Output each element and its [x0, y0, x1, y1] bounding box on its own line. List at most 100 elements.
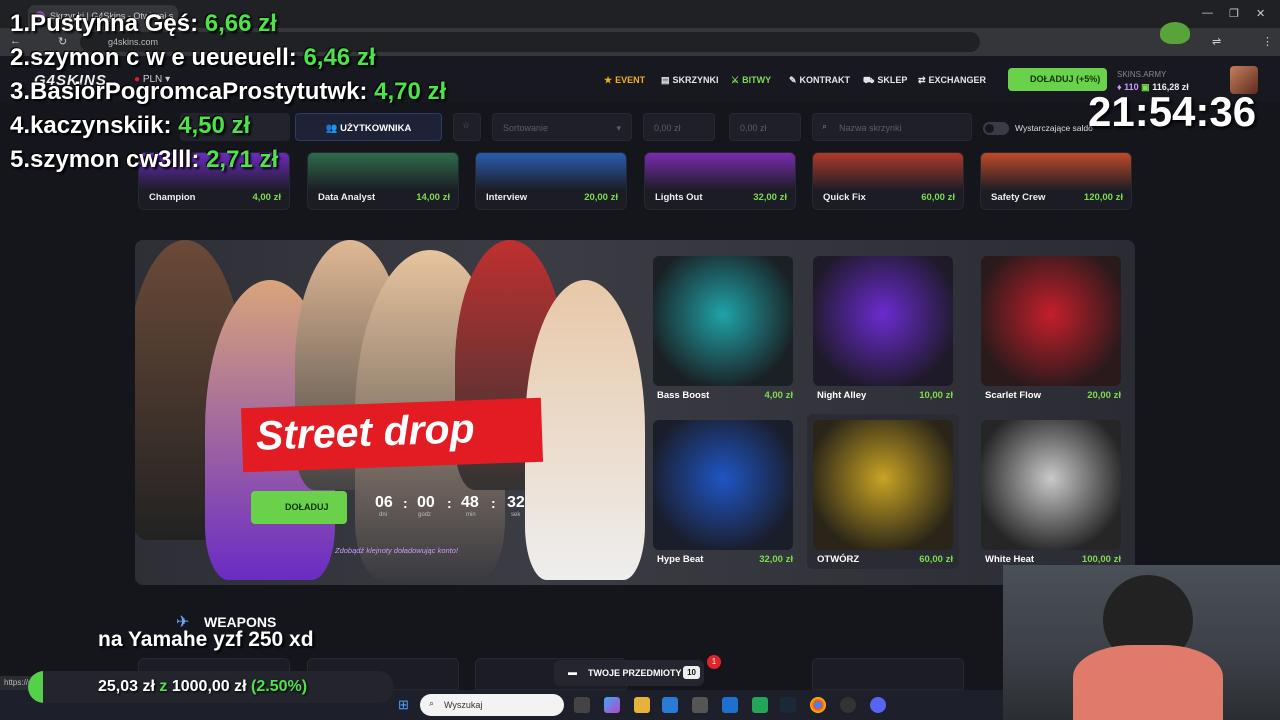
- case-name: Data Analyst: [318, 192, 376, 203]
- case-price: 60,00 zł: [921, 192, 955, 203]
- nav-shop[interactable]: ⛟ SKLEP: [863, 75, 907, 87]
- banner-case-hovered[interactable]: OTWÓRZ 60,00 zł: [807, 414, 959, 569]
- countdown-hours-label: godz: [418, 512, 432, 518]
- leaderboard-amount: 4,50 zł: [178, 112, 251, 139]
- sufficient-balance-toggle[interactable]: [983, 122, 1009, 135]
- leaderboard-rank: 4.: [10, 112, 31, 139]
- leaderboard-rank: 2.: [10, 44, 31, 71]
- case-card[interactable]: Lights Out 32,00 zł: [644, 152, 796, 210]
- nav-battles[interactable]: ⚔ BITWY: [731, 75, 771, 86]
- case-name: Night Alley: [817, 390, 867, 401]
- gems-promo-text: Zdobądź klejnoty doładowując konto!: [335, 546, 458, 555]
- banner-case[interactable]: White Heat 100,00 zł: [975, 414, 1127, 569]
- nav-battles-label: BITWY: [742, 75, 772, 85]
- exchange-icon: ⇄: [918, 75, 926, 85]
- tab-users-label: UŻYTKOWNIKA: [340, 123, 412, 134]
- case-image: [813, 256, 953, 386]
- cart-icon: ⛟: [863, 75, 875, 85]
- case-name: Bass Boost: [657, 390, 710, 401]
- steam-icon[interactable]: [780, 697, 796, 713]
- windows-start-icon[interactable]: ⊞: [398, 697, 409, 713]
- banner-case[interactable]: Scarlet Flow 20,00 zł: [975, 250, 1127, 405]
- your-items-button[interactable]: ▬ TWOJE PRZEDMIOTY 10: [554, 660, 704, 686]
- nav-event-label: EVENT: [615, 75, 646, 85]
- case-card[interactable]: Data Analyst 14,00 zł: [307, 152, 459, 210]
- countdown-separator: :: [403, 495, 408, 511]
- case-card[interactable]: [812, 658, 964, 690]
- pepe-emote-icon: [1160, 22, 1190, 44]
- sort-select[interactable]: Sortowanie ▾: [492, 113, 632, 141]
- app-icon[interactable]: [722, 697, 738, 713]
- nav-event[interactable]: ★ EVENT: [604, 75, 645, 86]
- leaderboard-row: 3.BasiorPogromcaProstytutwk: 4,70 zł: [10, 78, 446, 106]
- topup-button-label: DOŁADUJ (+5%): [1030, 74, 1101, 84]
- sufficient-balance-label: Wystarczające saldo: [1015, 123, 1093, 133]
- your-items-label: TWOJE PRZEDMIOTY: [588, 668, 682, 678]
- case-image: [645, 153, 795, 191]
- case-name: Safety Crew: [991, 192, 1046, 203]
- case-search-input[interactable]: ⌕ Nazwa skrzynki: [812, 113, 972, 141]
- tab-users[interactable]: 👥 UŻYTKOWNIKA: [295, 113, 442, 141]
- min-price-input[interactable]: 0,00 zł: [643, 113, 715, 141]
- nav-shop-label: SKLEP: [877, 75, 908, 85]
- nav-exchanger-label: EXCHANGER: [928, 75, 987, 85]
- case-price: 4,00 zł: [252, 192, 281, 203]
- leaderboard-amount: 2,71 zł: [206, 146, 279, 173]
- case-card[interactable]: Interview 20,00 zł: [475, 152, 627, 210]
- task-view-icon[interactable]: [574, 697, 590, 713]
- store-icon[interactable]: [662, 697, 678, 713]
- chrome-icon[interactable]: [810, 697, 826, 713]
- nav-cases[interactable]: ▤ SKRZYNKI: [661, 75, 719, 86]
- favorites-button[interactable]: ☆: [453, 113, 481, 141]
- xbox-icon[interactable]: [752, 697, 768, 713]
- case-price: 32,00 zł: [753, 192, 787, 203]
- close-icon[interactable]: ✕: [1256, 7, 1265, 20]
- minimize-icon[interactable]: —: [1202, 7, 1213, 19]
- case-image: [981, 256, 1121, 386]
- taskbar-search-placeholder: Wyszukaj: [444, 700, 483, 710]
- goal-percent: (2.50%): [251, 678, 308, 695]
- menu-icon[interactable]: ⋮: [1262, 35, 1273, 48]
- case-price: 20,00 zł: [584, 192, 618, 203]
- your-items-count: 10: [683, 666, 700, 679]
- file-explorer-icon[interactable]: [634, 697, 650, 713]
- leaderboard-amount: 4,70 zł: [374, 78, 447, 105]
- leaderboard-name: szymon c w e ueueuell:: [30, 44, 297, 71]
- leaderboard-name: szymon cw3lll:: [30, 146, 200, 173]
- obs-icon[interactable]: [840, 697, 856, 713]
- leaderboard-name: Pustynna Gęś:: [30, 10, 199, 37]
- case-search-placeholder: Nazwa skrzynki: [839, 123, 902, 133]
- nav-exchanger[interactable]: ⇄ EXCHANGER: [918, 75, 986, 86]
- banner-case[interactable]: Hype Beat 32,00 zł: [647, 414, 799, 569]
- case-image: [981, 153, 1131, 191]
- pen-icon: ✎: [789, 75, 797, 85]
- discord-icon[interactable]: [870, 697, 886, 713]
- countdown-separator: :: [447, 495, 452, 511]
- countdown-seconds-label: sek: [511, 512, 521, 518]
- case-name: Hype Beat: [657, 554, 704, 565]
- extensions-icon[interactable]: ⇌: [1212, 35, 1221, 48]
- maximize-icon[interactable]: ❐: [1229, 7, 1239, 20]
- banner-topup-button[interactable]: DOŁADUJ: [251, 491, 347, 524]
- case-price: 60,00 zł: [919, 554, 953, 565]
- stream-caption: na Yamahe yzf 250 xd: [98, 628, 314, 651]
- stream-clock: 21:54:36: [1088, 88, 1257, 135]
- copilot-icon[interactable]: [604, 697, 620, 713]
- case-card[interactable]: Quick Fix 60,00 zł: [812, 152, 964, 210]
- banner-case[interactable]: Night Alley 10,00 zł: [807, 250, 959, 405]
- case-image: [476, 153, 626, 191]
- banner-case[interactable]: Bass Boost 4,00 zł: [647, 250, 799, 405]
- case-price: 32,00 zł: [759, 554, 793, 565]
- notification-badge: 1: [707, 655, 721, 669]
- battle-icon: ⚔: [731, 75, 740, 85]
- case-name: Champion: [149, 192, 196, 203]
- case-card[interactable]: Safety Crew 120,00 zł: [980, 152, 1132, 210]
- app-icon[interactable]: [692, 697, 708, 713]
- max-price-input[interactable]: 0,00 zł: [729, 113, 801, 141]
- account-name: SKINS.ARMY: [1117, 70, 1167, 79]
- search-icon: ⌕: [822, 121, 828, 131]
- taskbar-search[interactable]: ⌕ Wyszukaj: [420, 694, 564, 716]
- leaderboard-rank: 5.: [10, 146, 31, 173]
- leaderboard-row: 5.szymon cw3lll: 2,71 zł: [10, 146, 278, 174]
- nav-contract[interactable]: ✎ KONTRAKT: [789, 75, 850, 86]
